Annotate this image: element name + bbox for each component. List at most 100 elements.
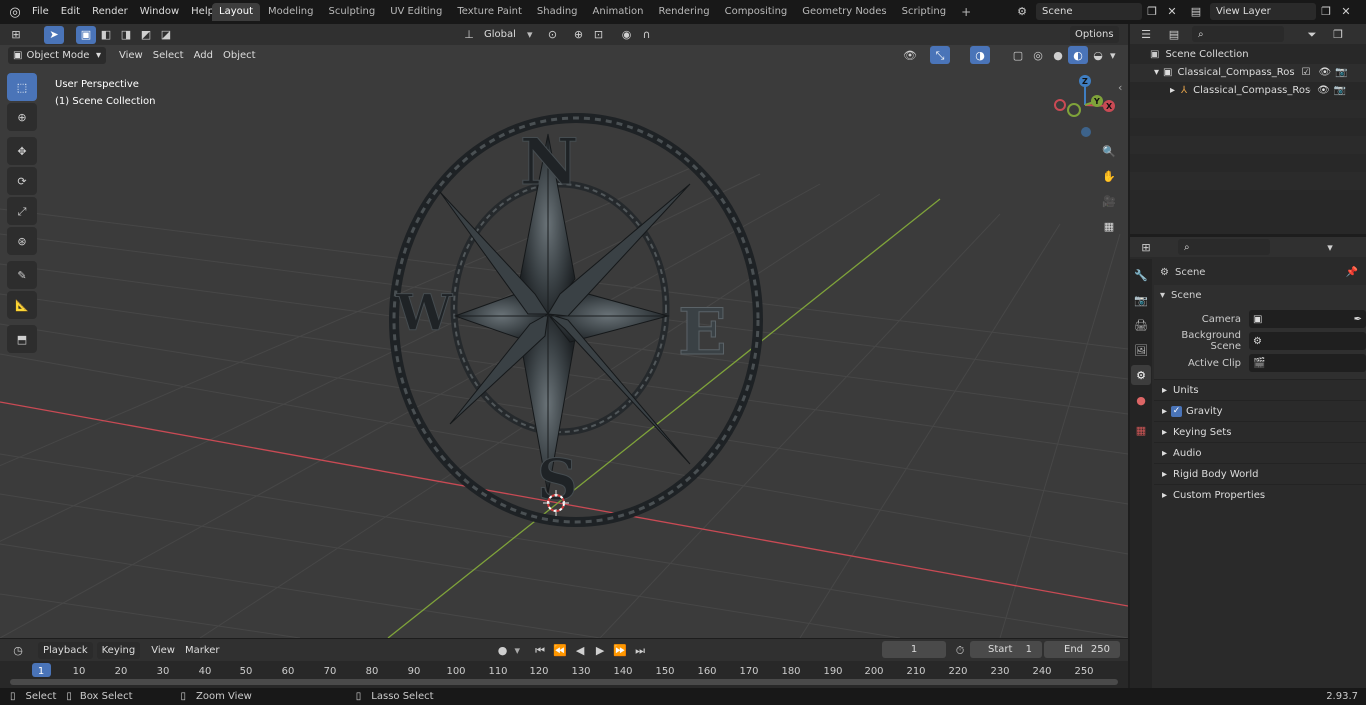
select-mode-extend-icon[interactable]: ◧ xyxy=(96,26,116,44)
tab-sculpting[interactable]: Sculpting xyxy=(322,3,383,21)
jump-start-icon[interactable]: ⏮ xyxy=(530,641,550,659)
expand-arrow-icon[interactable]: ▸ xyxy=(1170,82,1175,100)
scene-tab-icon[interactable]: ⚙ xyxy=(1131,365,1151,385)
new-scene-icon[interactable]: ❐ xyxy=(1142,2,1162,20)
transform-tool-icon[interactable]: ⊛ xyxy=(7,227,37,255)
prev-keyframe-icon[interactable]: ⏪ xyxy=(550,641,570,659)
tab-rendering[interactable]: Rendering xyxy=(652,3,717,21)
tab-layout[interactable]: Layout xyxy=(212,3,260,21)
perspective-grid-icon[interactable]: ▦ xyxy=(1098,215,1120,237)
add-cube-tool-icon[interactable]: ⬒ xyxy=(7,325,37,353)
camera-icon[interactable]: 📷 xyxy=(1334,82,1346,100)
properties-editor-icon[interactable]: ⊞ xyxy=(1136,238,1156,256)
tab-scripting[interactable]: Scripting xyxy=(895,3,953,21)
delete-view-layer-icon[interactable]: ✕ xyxy=(1336,2,1356,20)
overlays-toggle-icon[interactable]: ◑ xyxy=(970,46,990,64)
zoom-icon[interactable]: 🔍 xyxy=(1098,140,1120,162)
add-workspace-icon[interactable]: + xyxy=(954,3,978,21)
menu-file[interactable]: File xyxy=(26,2,55,22)
camera-icon[interactable]: 📷 xyxy=(1335,64,1347,82)
3d-viewport[interactable]: N S W E ⊞ ➤ ▣ ◧ ◨ ◩ ◪ ⊥ Global ▾ ⊙ ⊕ ⊡ ◉… xyxy=(0,24,1128,638)
panel-keying-sets[interactable]: ▸ Keying Sets xyxy=(1154,421,1366,442)
timeline-menu-view[interactable]: View xyxy=(146,642,180,659)
select-box-tool-icon[interactable]: ⬚ xyxy=(7,73,37,101)
proportional-edit-icon[interactable]: ◉ xyxy=(617,26,637,44)
panel-units[interactable]: ▸ Units xyxy=(1154,379,1366,400)
select-mode-invert-icon[interactable]: ◩ xyxy=(136,26,156,44)
scene-field[interactable]: Scene xyxy=(1036,2,1142,20)
pan-hand-icon[interactable]: ✋ xyxy=(1098,165,1120,187)
panel-expand-icon[interactable]: ▾ xyxy=(1160,290,1165,301)
gizmo-toggle-icon[interactable]: ⤡ xyxy=(930,46,950,64)
proportional-falloff-icon[interactable]: ∩ xyxy=(637,26,657,44)
outliner-search-input[interactable]: ⌕ xyxy=(1192,26,1284,42)
view-layer-icon[interactable]: ▤ xyxy=(1186,2,1206,20)
new-view-layer-icon[interactable]: ❐ xyxy=(1316,2,1336,20)
tab-uv-editing[interactable]: UV Editing xyxy=(383,3,449,21)
active-clip-field[interactable]: 🎬 xyxy=(1249,354,1366,372)
start-frame-field[interactable]: Start 1 xyxy=(970,641,1042,658)
play-reverse-icon[interactable]: ◀ xyxy=(570,641,590,659)
mode-dropdown[interactable]: ▣ Object Mode ▾ xyxy=(8,46,106,64)
keying-chevron-icon[interactable]: ▾ xyxy=(515,645,521,656)
eye-icon[interactable]: 👁 xyxy=(1317,82,1330,100)
move-tool-icon[interactable]: ✥ xyxy=(7,137,37,165)
snap-target-icon[interactable]: ⊡ xyxy=(589,26,609,44)
shading-material-icon[interactable]: ◐ xyxy=(1068,46,1088,64)
end-frame-field[interactable]: End 250 xyxy=(1044,641,1120,658)
options-dropdown[interactable]: Options xyxy=(1070,26,1119,43)
shading-wireframe-icon[interactable]: ◎ xyxy=(1028,46,1048,64)
panel-audio[interactable]: ▸ Audio xyxy=(1154,442,1366,463)
play-icon[interactable]: ▶ xyxy=(590,641,610,659)
menu-render[interactable]: Render xyxy=(86,2,134,22)
menu-window[interactable]: Window xyxy=(134,2,185,22)
shading-solid-icon[interactable]: ● xyxy=(1048,46,1068,64)
new-collection-icon[interactable]: ❐ xyxy=(1328,25,1348,43)
navigation-gizmo[interactable]: Z X Y xyxy=(1050,70,1120,140)
preview-range-icon[interactable]: ⏱ xyxy=(950,641,970,659)
panel-custom-properties[interactable]: ▸ Custom Properties xyxy=(1154,484,1366,505)
tab-compositing[interactable]: Compositing xyxy=(718,3,795,21)
scene-selector-icon[interactable]: ⚙ xyxy=(1012,2,1032,20)
current-frame-field[interactable]: 1 xyxy=(882,641,946,658)
tab-animation[interactable]: Animation xyxy=(586,3,651,21)
display-mode-icon[interactable]: ▤ xyxy=(1164,25,1184,43)
menu-edit[interactable]: Edit xyxy=(55,2,86,22)
delete-scene-icon[interactable]: ✕ xyxy=(1162,2,1182,20)
transform-orientation-icon[interactable]: ⊥ xyxy=(459,26,479,44)
snap-icon[interactable]: ⊕ xyxy=(569,26,589,44)
camera-field[interactable]: ▣ ✒ xyxy=(1249,310,1366,328)
rotate-tool-icon[interactable]: ⟳ xyxy=(7,167,37,195)
panel-rigid-body-world[interactable]: ▸ Rigid Body World xyxy=(1154,463,1366,484)
annotate-tool-icon[interactable]: ✎ xyxy=(7,261,37,289)
pin-icon[interactable]: 📌 xyxy=(1346,267,1358,278)
menu-object[interactable]: Object xyxy=(218,47,261,64)
timeline-scrollbar[interactable] xyxy=(10,679,1118,685)
texture-tab-icon[interactable]: ▦ xyxy=(1131,420,1151,440)
properties-search-input[interactable]: ⌕ xyxy=(1178,239,1270,255)
select-mode-intersect-icon[interactable]: ◪ xyxy=(156,26,176,44)
render-tab-icon[interactable]: 📷 xyxy=(1131,290,1151,310)
select-mode-subtract-icon[interactable]: ◨ xyxy=(116,26,136,44)
tab-texture-paint[interactable]: Texture Paint xyxy=(450,3,529,21)
output-tab-icon[interactable]: 🖨 xyxy=(1131,315,1151,335)
menu-view[interactable]: View xyxy=(114,47,148,64)
panel-gravity[interactable]: ▸ ✓ Gravity xyxy=(1154,400,1366,421)
visibility-icon[interactable]: 👁 xyxy=(900,46,920,64)
xray-toggle-icon[interactable]: ▢ xyxy=(1008,46,1028,64)
shading-chevron-icon[interactable]: ▾ xyxy=(1110,50,1116,61)
keying-dropdown[interactable]: Keying xyxy=(96,641,141,659)
transform-orientation-dropdown[interactable]: Global xyxy=(479,26,527,43)
eye-icon[interactable]: 👁 xyxy=(1318,64,1331,82)
view-layer-tab-icon[interactable]: 🖼 xyxy=(1131,340,1151,360)
jump-end-icon[interactable]: ⏭ xyxy=(630,641,650,659)
properties-options-icon[interactable]: ▾ xyxy=(1320,238,1340,256)
pivot-point-icon[interactable]: ⊙ xyxy=(543,26,563,44)
menu-add[interactable]: Add xyxy=(189,47,218,64)
scene-section-label[interactable]: Scene xyxy=(1171,290,1202,301)
exclude-checkbox-icon[interactable]: ☑ xyxy=(1301,64,1310,82)
select-tool-icon[interactable]: ➤ xyxy=(44,25,64,44)
eyedropper-icon[interactable]: ✒ xyxy=(1354,314,1362,325)
expand-arrow-icon[interactable]: ▾ xyxy=(1154,64,1159,82)
auto-keying-icon[interactable]: ● xyxy=(493,641,513,659)
